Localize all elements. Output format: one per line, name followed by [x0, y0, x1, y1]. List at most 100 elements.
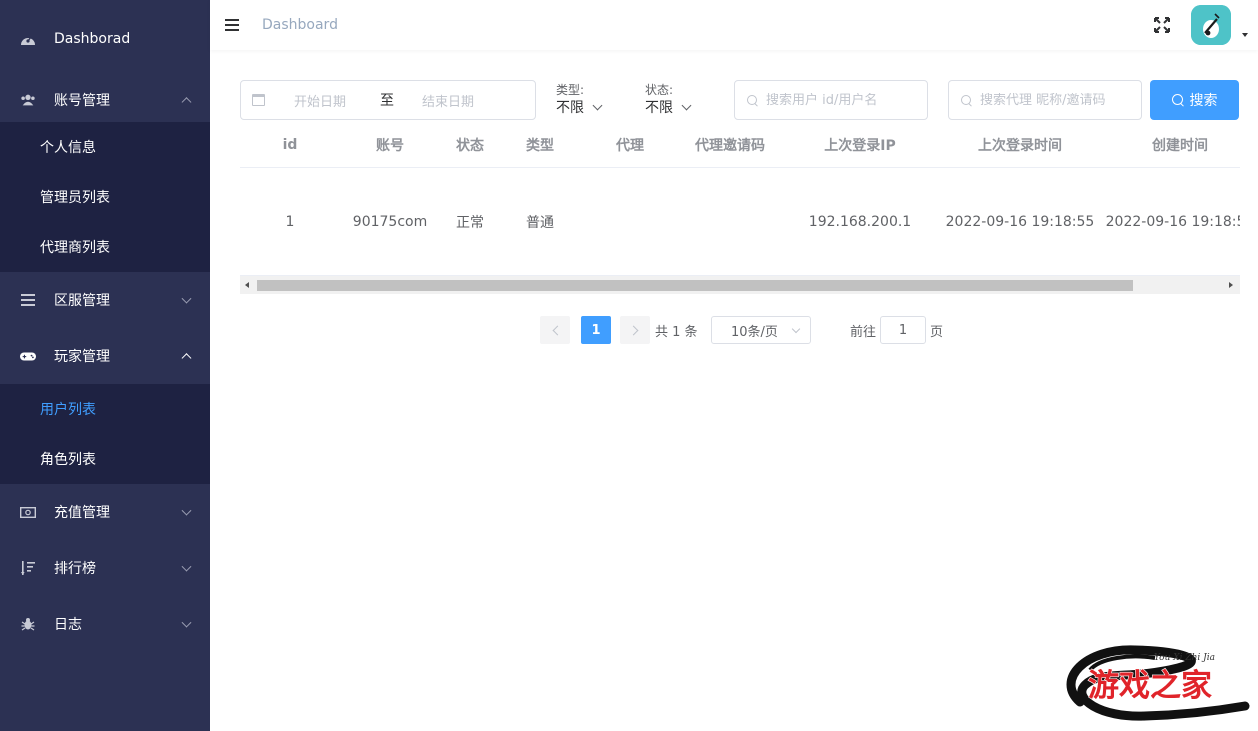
submenu-account: 个人信息 管理员列表 代理商列表	[0, 122, 210, 272]
sidebar-item-ranking[interactable]: 排行榜	[0, 540, 210, 596]
scrollbar-thumb[interactable]	[257, 280, 1133, 291]
fullscreen-icon[interactable]	[1154, 17, 1170, 33]
chevron-down-icon	[791, 324, 801, 334]
goto-label: 前往	[850, 325, 877, 340]
table-cell: 90175com	[352, 214, 428, 230]
sidebar-item-label: 账号管理	[54, 93, 110, 109]
status-select-value: 不限	[645, 100, 673, 116]
page-size-select[interactable]: 10条/页	[711, 316, 811, 344]
sidebar-item-user-list[interactable]: 用户列表	[0, 384, 210, 434]
bug-icon	[20, 616, 36, 632]
sidebar-item-logs[interactable]: 日志	[0, 596, 210, 652]
logo-text: 游戏之家	[1088, 668, 1212, 704]
status-select[interactable]: 状态: 不限	[645, 82, 692, 118]
sidebar-item-label: 玩家管理	[54, 349, 110, 365]
calendar-icon	[252, 94, 265, 106]
avatar-dropdown-caret-icon[interactable]	[1242, 33, 1248, 37]
sidebar-subitem-label: 用户列表	[40, 402, 96, 418]
sidebar-item-label: 充值管理	[54, 505, 110, 521]
search-icon	[1171, 94, 1184, 106]
column-header[interactable]: 上次登录时间	[940, 122, 1100, 167]
sidebar-item-recharge-management[interactable]: 充值管理	[0, 484, 210, 540]
page-size-value: 10条/页	[731, 324, 778, 340]
sidebar-item-label: Dashborad	[54, 31, 131, 47]
top-navbar: Dashboard	[210, 0, 1258, 50]
type-select-value: 不限	[556, 100, 584, 116]
column-header[interactable]: 上次登录IP	[780, 122, 940, 167]
chevron-up-icon	[181, 353, 192, 364]
server-list-icon	[20, 292, 36, 308]
table-cell	[680, 169, 780, 275]
search-icon	[961, 94, 972, 106]
column-header[interactable]: id	[240, 122, 340, 167]
table-row[interactable]: 1 90175com 正常 普通 192.168.200.1 2022-09-1…	[240, 169, 1240, 276]
sidebar-subitem-label: 个人信息	[40, 140, 96, 156]
users-icon	[20, 92, 36, 108]
table-cell	[580, 169, 680, 275]
submenu-player: 用户列表 角色列表	[0, 384, 210, 484]
status-select-label: 状态:	[645, 83, 674, 97]
column-header[interactable]: 创建时间	[1100, 122, 1240, 167]
next-page-button[interactable]	[620, 316, 650, 344]
agent-search-box	[948, 80, 1142, 120]
horizontal-scrollbar[interactable]	[240, 276, 1240, 294]
table-cell: 1	[285, 214, 295, 230]
goto-page-input[interactable]	[880, 316, 926, 344]
column-header[interactable]: 代理	[580, 122, 680, 167]
search-button[interactable]: 搜索	[1150, 80, 1239, 120]
page-unit-label: 页	[930, 325, 944, 340]
table-cell: 普通	[526, 215, 554, 231]
type-select[interactable]: 类型: 不限	[556, 82, 603, 118]
date-range-separator: 至	[380, 93, 394, 109]
column-header[interactable]: 账号	[340, 122, 440, 167]
column-header[interactable]: 类型	[500, 122, 580, 167]
scroll-right-arrow-icon[interactable]	[1229, 282, 1233, 288]
scroll-left-arrow-icon[interactable]	[245, 282, 249, 288]
pagination-total: 共 1 条	[655, 325, 698, 340]
sidebar-item-label: 排行榜	[54, 561, 96, 577]
hamburger-menu-icon[interactable]	[225, 19, 239, 31]
sidebar-item-admin-list[interactable]: 管理员列表	[0, 172, 210, 222]
agent-search-input[interactable]	[980, 92, 1130, 108]
money-icon	[20, 504, 36, 520]
logo-subtext: You Xi Zhi Jia	[1154, 653, 1215, 663]
date-range-picker[interactable]: 开始日期 至 结束日期	[240, 80, 536, 120]
chevron-left-icon	[552, 325, 562, 335]
type-select-label: 类型:	[556, 83, 585, 97]
chevron-down-icon	[592, 100, 603, 110]
sidebar-item-label: 日志	[54, 617, 82, 633]
search-button-label: 搜索	[1189, 93, 1218, 109]
sidebar-item-dashboard[interactable]: Dashborad	[0, 0, 210, 78]
sidebar-item-profile[interactable]: 个人信息	[0, 122, 210, 172]
ranking-icon	[20, 560, 36, 576]
user-search-input[interactable]	[766, 92, 916, 108]
start-date-input[interactable]: 开始日期	[294, 91, 380, 110]
sidebar-item-label: 区服管理	[54, 293, 110, 309]
user-avatar[interactable]	[1191, 5, 1231, 45]
sidebar-item-role-list[interactable]: 角色列表	[0, 434, 210, 484]
table-cell: 正常	[456, 215, 484, 231]
sidebar-item-server-management[interactable]: 区服管理	[0, 272, 210, 328]
chevron-down-icon	[181, 617, 192, 628]
breadcrumb[interactable]: Dashboard	[262, 17, 338, 33]
page-number-current[interactable]: 1	[581, 316, 611, 344]
chevron-right-icon	[628, 325, 638, 335]
chevron-down-icon	[181, 505, 192, 516]
gamepad-icon	[20, 348, 36, 364]
column-header[interactable]: 状态	[440, 122, 500, 167]
sidebar-item-agent-list[interactable]: 代理商列表	[0, 222, 210, 272]
user-search-box	[734, 80, 928, 120]
sidebar-subitem-label: 管理员列表	[40, 190, 110, 206]
sidebar-subitem-label: 代理商列表	[40, 240, 110, 256]
chevron-up-icon	[181, 97, 192, 108]
dashboard-icon	[20, 31, 36, 47]
table-cell: 2022-09-16 19:18:55	[945, 214, 1095, 230]
table-header: id 账号 状态 类型 代理 代理邀请码 上次登录IP 上次登录时间 创建时间	[240, 122, 1240, 168]
sidebar-item-account-management[interactable]: 账号管理	[0, 78, 210, 122]
search-icon	[747, 94, 758, 106]
sidebar-subitem-label: 角色列表	[40, 452, 96, 468]
column-header[interactable]: 代理邀请码	[680, 122, 780, 167]
end-date-input[interactable]: 结束日期	[422, 91, 512, 110]
sidebar-item-player-management[interactable]: 玩家管理	[0, 328, 210, 384]
prev-page-button[interactable]	[540, 316, 570, 344]
